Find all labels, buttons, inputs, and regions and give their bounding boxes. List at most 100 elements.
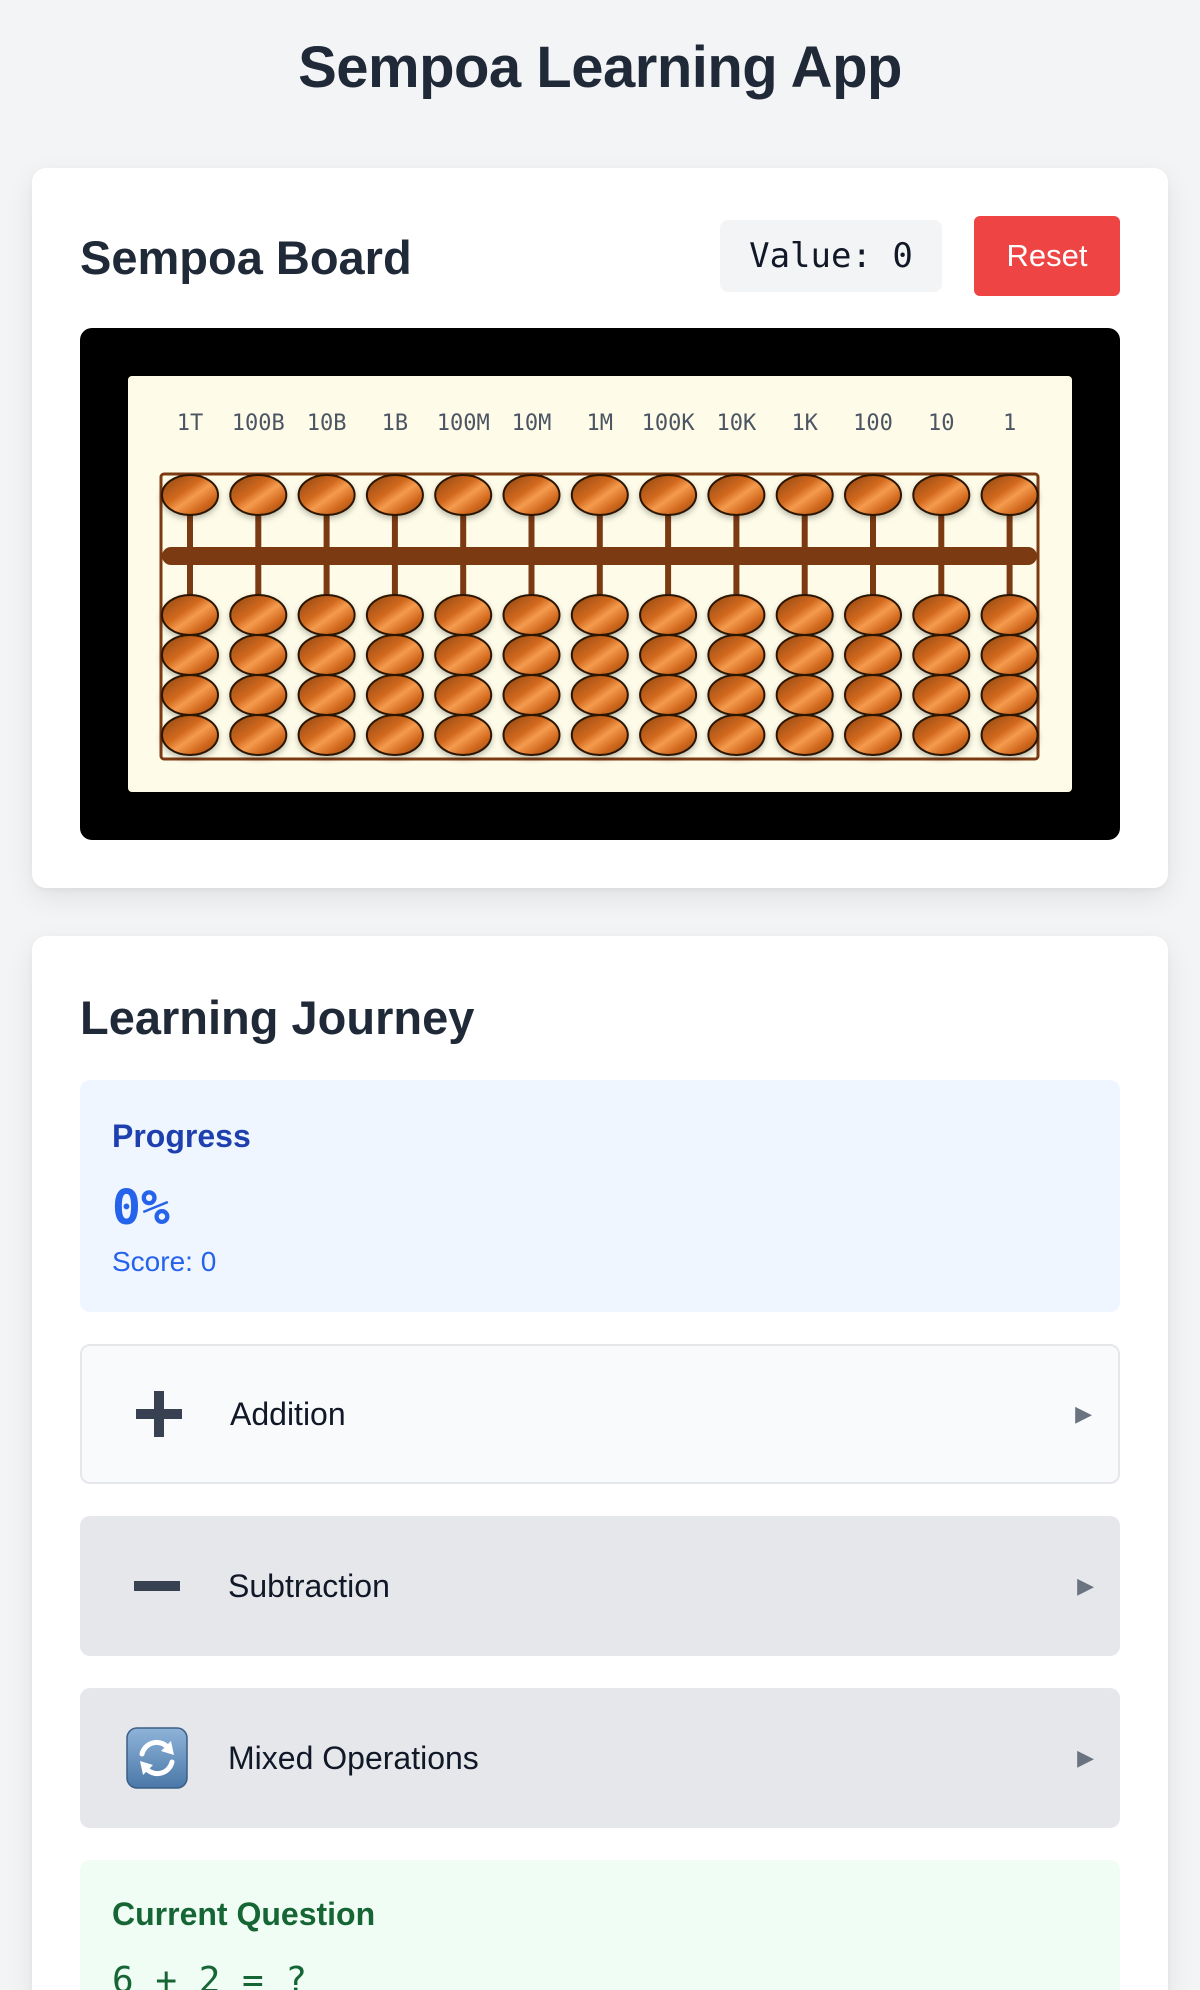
- operation-mixed[interactable]: Mixed Operations ▶: [80, 1688, 1120, 1828]
- lower-bead[interactable]: [297, 594, 356, 636]
- upper-bead[interactable]: [639, 474, 698, 516]
- upper-bead[interactable]: [775, 474, 834, 516]
- lower-bead[interactable]: [912, 634, 971, 676]
- value-display: Value: 0: [720, 220, 942, 292]
- reset-button[interactable]: Reset: [974, 216, 1120, 296]
- lower-bead[interactable]: [844, 594, 902, 636]
- operation-label: Addition: [230, 1395, 346, 1432]
- lower-bead[interactable]: [639, 674, 698, 716]
- abacus-board: 1T 100B 10B 1B 100M 10M 1M 100K 10K 1K 100 10 1: [128, 376, 1072, 792]
- lower-bead[interactable]: [570, 674, 629, 716]
- lower-bead[interactable]: [707, 634, 766, 676]
- lower-bead[interactable]: [502, 594, 561, 636]
- lower-bead[interactable]: [229, 674, 288, 716]
- lower-bead[interactable]: [297, 674, 356, 716]
- lower-bead[interactable]: [775, 634, 834, 676]
- upper-bead[interactable]: [980, 474, 1039, 516]
- lower-bead[interactable]: [707, 594, 766, 636]
- operation-addition[interactable]: Addition ▶: [80, 1344, 1120, 1484]
- lower-bead[interactable]: [365, 634, 424, 676]
- score-text: Score: 0: [112, 1246, 217, 1277]
- upper-bead[interactable]: [297, 474, 356, 516]
- board-title: Sempoa Board: [80, 231, 412, 284]
- lower-bead[interactable]: [980, 634, 1039, 676]
- lower-bead[interactable]: [980, 714, 1039, 756]
- progress-panel: Progress 0% Score: 0: [80, 1080, 1120, 1312]
- upper-bead[interactable]: [912, 474, 971, 516]
- lower-bead[interactable]: [229, 714, 288, 756]
- upper-bead[interactable]: [161, 474, 219, 516]
- lower-bead[interactable]: [297, 634, 356, 676]
- app-title: Sempoa Learning App: [298, 35, 902, 100]
- progress-label: Progress: [112, 1118, 251, 1154]
- column-label: 10K: [717, 411, 757, 436]
- journey-title: Learning Journey: [80, 991, 475, 1044]
- plus-icon: [124, 1379, 194, 1449]
- current-question-panel: Current Question 6 + 2 = ?: [80, 1860, 1120, 1990]
- lower-bead[interactable]: [707, 714, 766, 756]
- abacus: 1T 100B 10B 1B 100M 10M 1M 100K 10K 1K 100 10 1: [159, 411, 1040, 761]
- lower-bead[interactable]: [775, 674, 834, 716]
- refresh-icon: [122, 1723, 192, 1793]
- lower-bead[interactable]: [570, 714, 629, 756]
- lower-bead[interactable]: [912, 674, 971, 716]
- minus-icon: [122, 1551, 192, 1621]
- lower-bead[interactable]: [434, 714, 493, 756]
- lower-bead[interactable]: [775, 714, 834, 756]
- column-label: 10M: [512, 411, 552, 436]
- lower-bead[interactable]: [365, 594, 424, 636]
- upper-bead[interactable]: [365, 474, 424, 516]
- upper-bead[interactable]: [707, 474, 766, 516]
- lower-bead[interactable]: [980, 674, 1039, 716]
- lower-bead[interactable]: [844, 674, 902, 716]
- column-label: 10B: [307, 411, 347, 436]
- lower-bead[interactable]: [980, 594, 1039, 636]
- lower-bead[interactable]: [434, 634, 493, 676]
- column-label: 1: [1003, 411, 1016, 436]
- sempoa-board-card: Sempoa Board Value: 0 Reset 1T 100B 10B …: [32, 168, 1168, 888]
- column-label: 100: [853, 411, 893, 436]
- lower-bead[interactable]: [229, 634, 288, 676]
- learning-journey-card: Learning Journey Progress 0% Score: 0 Ad…: [32, 936, 1168, 1990]
- upper-bead[interactable]: [844, 474, 902, 516]
- lower-bead[interactable]: [229, 594, 288, 636]
- upper-bead[interactable]: [229, 474, 288, 516]
- lower-bead[interactable]: [912, 594, 971, 636]
- lower-bead[interactable]: [912, 714, 971, 756]
- lower-bead[interactable]: [570, 594, 629, 636]
- lower-bead[interactable]: [502, 714, 561, 756]
- lower-bead[interactable]: [707, 674, 766, 716]
- lower-bead[interactable]: [365, 714, 424, 756]
- upper-bead[interactable]: [570, 474, 629, 516]
- upper-bead[interactable]: [502, 474, 561, 516]
- lower-bead[interactable]: [502, 674, 561, 716]
- lower-bead[interactable]: [434, 674, 493, 716]
- lower-bead[interactable]: [297, 714, 356, 756]
- lower-bead[interactable]: [434, 594, 493, 636]
- lower-bead[interactable]: [161, 634, 219, 676]
- column-label: 100B: [232, 411, 285, 436]
- lower-bead[interactable]: [639, 714, 698, 756]
- lower-bead[interactable]: [639, 634, 698, 676]
- progress-percent: 0%: [112, 1180, 170, 1236]
- column-label: 10: [928, 411, 955, 436]
- lower-bead[interactable]: [775, 594, 834, 636]
- lower-bead[interactable]: [365, 674, 424, 716]
- chevron-right-icon: ▶: [1077, 1745, 1094, 1770]
- column-label: 1T: [177, 411, 204, 436]
- lower-bead[interactable]: [639, 594, 698, 636]
- column-label: 100M: [437, 411, 490, 436]
- lower-bead[interactable]: [570, 634, 629, 676]
- lower-bead[interactable]: [161, 714, 219, 756]
- upper-bead[interactable]: [434, 474, 493, 516]
- column-label: 1K: [791, 411, 818, 436]
- chevron-right-icon: ▶: [1075, 1401, 1092, 1426]
- lower-bead[interactable]: [844, 634, 902, 676]
- lower-bead[interactable]: [502, 634, 561, 676]
- lower-bead[interactable]: [844, 714, 902, 756]
- column-label: 1M: [587, 411, 614, 436]
- lower-bead[interactable]: [161, 674, 219, 716]
- chevron-right-icon: ▶: [1077, 1573, 1094, 1598]
- operation-subtraction[interactable]: Subtraction ▶: [80, 1516, 1120, 1656]
- lower-bead[interactable]: [161, 594, 219, 636]
